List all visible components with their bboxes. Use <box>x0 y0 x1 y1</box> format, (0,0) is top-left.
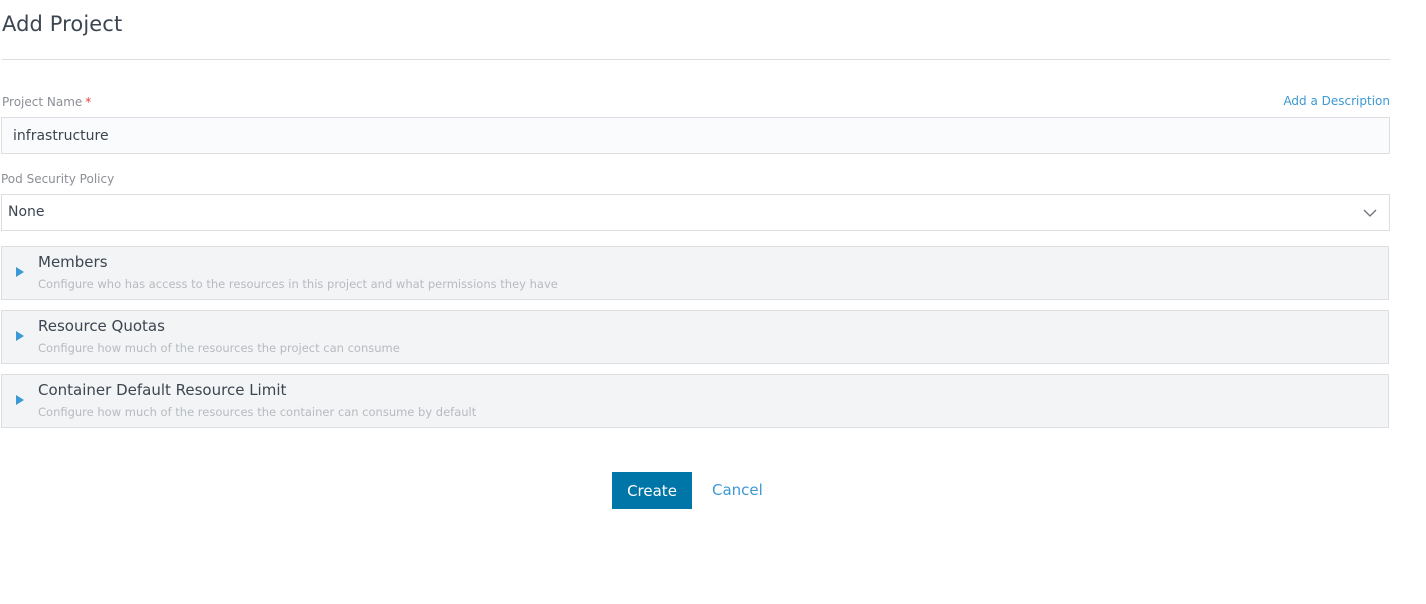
section-members[interactable]: Members Configure who has access to the … <box>1 246 1389 300</box>
chevron-down-icon <box>1363 209 1377 217</box>
title-divider <box>2 59 1390 60</box>
pod-security-policy-label: Pod Security Policy <box>1 172 115 186</box>
section-container-default-resource-limit[interactable]: Container Default Resource Limit Configu… <box>1 374 1389 428</box>
section-description: Configure who has access to the resource… <box>38 277 558 291</box>
section-description: Configure how much of the resources the … <box>38 341 400 355</box>
pod-security-policy-select[interactable]: None <box>1 194 1390 231</box>
create-button[interactable]: Create <box>612 472 692 509</box>
caret-right-icon <box>16 267 24 277</box>
section-title: Members <box>38 253 108 271</box>
caret-right-icon <box>16 331 24 341</box>
project-name-input[interactable] <box>1 117 1390 154</box>
section-resource-quotas[interactable]: Resource Quotas Configure how much of th… <box>1 310 1389 364</box>
required-marker: * <box>85 95 92 109</box>
section-title: Container Default Resource Limit <box>38 381 287 399</box>
add-project-page: Add Project Project Name * Add a Descript… <box>0 0 1426 604</box>
project-name-label: Project Name * <box>2 95 91 109</box>
section-title: Resource Quotas <box>38 317 165 335</box>
page-title: Add Project <box>2 12 123 36</box>
pod-security-policy-value: None <box>8 204 45 220</box>
project-name-label-text: Project Name <box>2 95 83 109</box>
section-description: Configure how much of the resources the … <box>38 405 477 419</box>
cancel-button[interactable]: Cancel <box>704 472 771 509</box>
add-description-link[interactable]: Add a Description <box>1283 94 1390 108</box>
caret-right-icon <box>16 395 24 405</box>
